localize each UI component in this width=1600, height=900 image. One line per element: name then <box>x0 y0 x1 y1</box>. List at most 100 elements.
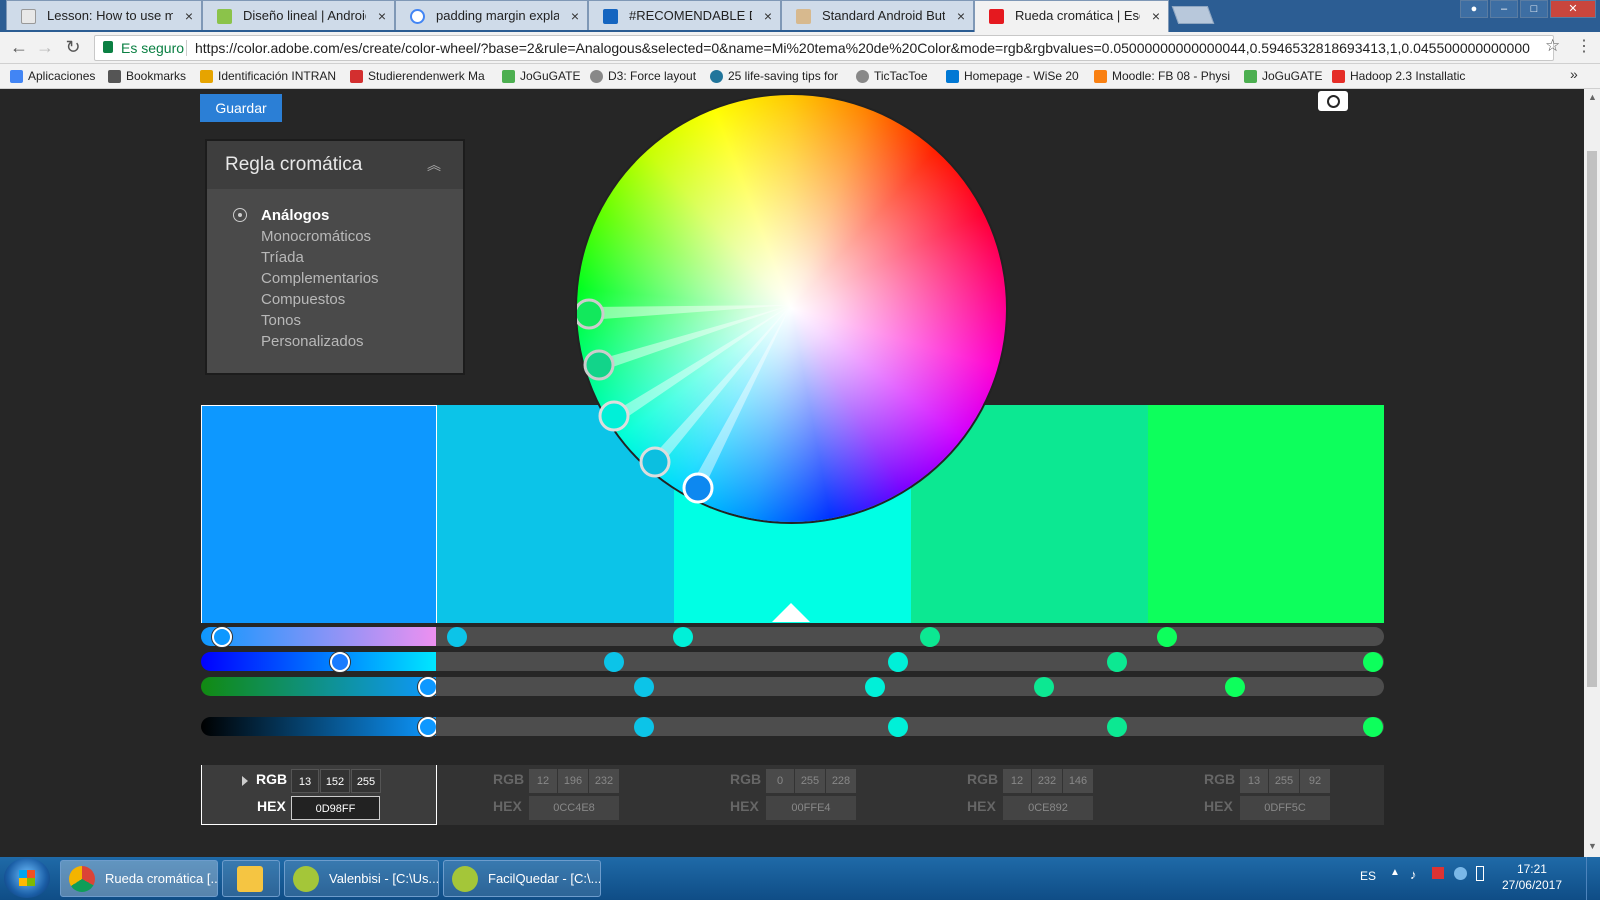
scrollbar-thumb[interactable] <box>1587 151 1597 687</box>
bookmark-item[interactable]: JoGuGATE <box>502 68 582 85</box>
slider-handle[interactable] <box>1363 717 1383 737</box>
bookmark-item[interactable]: Moodle: FB 08 - Physi <box>1094 68 1232 85</box>
collapse-icon[interactable]: ︽ <box>427 141 441 189</box>
bookmark-item[interactable]: TicTacToe <box>856 68 940 85</box>
show-desktop-button[interactable] <box>1586 857 1600 900</box>
red-value-field[interactable]: 12 <box>529 769 557 793</box>
browser-tab[interactable]: Lesson: How to use marg × <box>6 0 202 30</box>
slider-knob[interactable] <box>212 627 232 647</box>
color-rule-header[interactable]: Regla cromática ︽ <box>207 141 463 189</box>
scroll-down-icon[interactable]: ▼ <box>1588 841 1597 851</box>
close-window-button[interactable]: ✕ <box>1550 0 1596 18</box>
bookmark-star-icon[interactable]: ☆ <box>1545 36 1560 56</box>
wheel-handle[interactable] <box>639 446 671 478</box>
save-button[interactable]: Guardar <box>200 94 282 122</box>
slider-handle[interactable] <box>634 717 654 737</box>
volume-icon[interactable]: ♪ <box>1410 867 1417 882</box>
hex-value-field[interactable]: 0CE892 <box>1003 796 1093 820</box>
bookmark-item[interactable]: JoGuGATE <box>1244 68 1324 85</box>
url-input[interactable]: Es seguro https://color.adobe.com/es/cre… <box>94 35 1554 61</box>
slider-handle[interactable] <box>1363 652 1383 672</box>
wheel-handle[interactable] <box>577 298 605 330</box>
slider-handle[interactable] <box>1157 627 1177 647</box>
hex-value-field[interactable]: 0DFF5C <box>1240 796 1330 820</box>
hex-value-field[interactable]: 0D98FF <box>291 796 380 820</box>
bookmark-item[interactable]: Bookmarks <box>108 68 192 85</box>
reload-icon[interactable]: ↻ <box>62 36 84 58</box>
green-value-field[interactable]: 196 <box>558 769 588 793</box>
expand-caret-icon[interactable] <box>242 776 248 786</box>
green-value-field[interactable]: 152 <box>320 769 350 793</box>
green-value-field[interactable]: 232 <box>1032 769 1062 793</box>
color-swatch-base[interactable] <box>201 405 437 623</box>
slider-handle[interactable] <box>604 652 624 672</box>
slider-handle[interactable] <box>447 627 467 647</box>
slider-handle[interactable] <box>634 677 654 697</box>
page-scrollbar[interactable]: ▲ ▼ <box>1584 89 1600 857</box>
slider-knob[interactable] <box>418 717 438 737</box>
rule-option-monochromatic[interactable]: Monocromáticos <box>261 226 463 247</box>
browser-tab[interactable]: padding margin explaine × <box>395 0 588 30</box>
slider-knob[interactable] <box>330 652 350 672</box>
rule-option-custom[interactable]: Personalizados <box>261 331 463 352</box>
back-arrow-icon[interactable]: ← <box>8 36 30 58</box>
tab-close-icon[interactable]: × <box>1152 1 1160 31</box>
red-value-field[interactable]: 12 <box>1003 769 1031 793</box>
wheel-handle[interactable] <box>598 400 630 432</box>
tab-close-icon[interactable]: × <box>185 1 193 30</box>
slider-handle[interactable] <box>888 717 908 737</box>
slider-handle[interactable] <box>888 652 908 672</box>
browser-tab[interactable]: #RECOMENDABLE Defini × <box>588 0 781 30</box>
bookmark-item[interactable]: Studierendenwerk Ma <box>350 68 490 85</box>
blue-value-field[interactable]: 92 <box>1300 769 1330 793</box>
tab-close-icon[interactable]: × <box>764 1 772 30</box>
forward-arrow-icon[interactable]: → <box>34 36 56 58</box>
minimize-button[interactable]: – <box>1490 0 1518 18</box>
rule-option-compound[interactable]: Compuestos <box>261 289 463 310</box>
browser-tab[interactable]: Standard Android Button × <box>781 0 974 30</box>
slider-handle[interactable] <box>1107 717 1127 737</box>
wheel-handle-selected[interactable] <box>682 472 714 504</box>
blue-value-field[interactable]: 228 <box>826 769 856 793</box>
browser-menu-icon[interactable]: ⋮ <box>1576 36 1592 56</box>
color-swatch[interactable] <box>1148 405 1384 623</box>
slider-handle[interactable] <box>1034 677 1054 697</box>
start-button[interactable] <box>4 858 50 898</box>
rule-option-shades[interactable]: Tonos <box>261 310 463 331</box>
more-bookmarks-icon[interactable]: » <box>1570 66 1578 82</box>
slider-handle[interactable] <box>1107 652 1127 672</box>
browser-tab[interactable]: Diseño lineal | Android D × <box>202 0 395 30</box>
browser-tab-active[interactable]: Rueda cromática | Esque × <box>974 0 1169 32</box>
taskbar-item-android-studio[interactable]: Valenbisi - [C:\Us... <box>284 860 439 897</box>
brightness-slider[interactable] <box>201 717 437 736</box>
slider-handle[interactable] <box>865 677 885 697</box>
system-clock[interactable]: 17:21 27/06/2017 <box>1502 861 1562 893</box>
slider-handle[interactable] <box>673 627 693 647</box>
slider-handle[interactable] <box>920 627 940 647</box>
bookmark-item[interactable]: Identificación INTRAN <box>200 68 338 85</box>
green-slider[interactable] <box>201 677 437 696</box>
hex-value-field[interactable]: 00FFE4 <box>766 796 856 820</box>
blue-value-field[interactable]: 255 <box>351 769 381 793</box>
red-value-field[interactable]: 13 <box>1240 769 1268 793</box>
rule-option-complementary[interactable]: Complementarios <box>261 268 463 289</box>
green-value-field[interactable]: 255 <box>795 769 825 793</box>
scroll-up-icon[interactable]: ▲ <box>1588 92 1597 102</box>
tray-expand-icon[interactable]: ▲ <box>1390 867 1400 878</box>
new-tab-button[interactable] <box>1171 6 1215 24</box>
green-value-field[interactable]: 255 <box>1269 769 1299 793</box>
tab-close-icon[interactable]: × <box>571 1 579 30</box>
wheel-handle[interactable] <box>583 349 615 381</box>
network-icon[interactable] <box>1454 867 1467 880</box>
slider-handle[interactable] <box>1225 677 1245 697</box>
rule-option-triad[interactable]: Tríada <box>261 247 463 268</box>
bookmark-item[interactable]: Aplicaciones <box>10 68 100 85</box>
bookmark-item[interactable]: D3: Force layout <box>590 68 702 85</box>
hex-value-field[interactable]: 0CC4E8 <box>529 796 619 820</box>
taskbar-item-chrome[interactable]: Rueda cromática [... <box>60 860 218 897</box>
language-indicator[interactable]: ES <box>1360 869 1376 883</box>
user-icon[interactable]: ● <box>1460 0 1488 18</box>
tab-close-icon[interactable]: × <box>957 1 965 30</box>
taskbar-item-explorer[interactable] <box>222 860 280 897</box>
maximize-button[interactable]: □ <box>1520 0 1548 18</box>
